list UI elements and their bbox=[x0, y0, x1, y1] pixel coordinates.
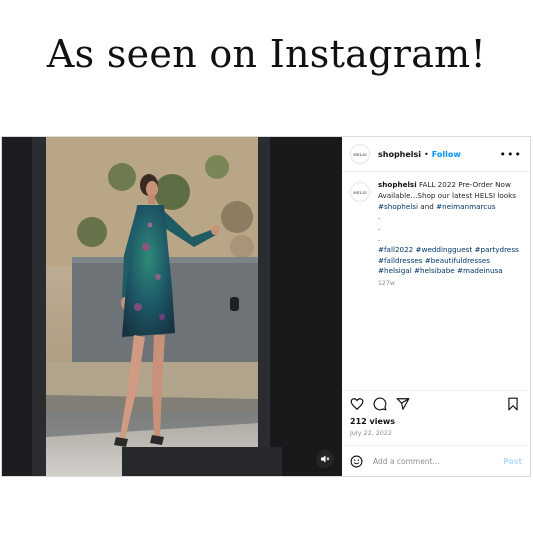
comment-input[interactable] bbox=[371, 455, 504, 467]
hashtag[interactable]: #helsibabe bbox=[414, 266, 455, 275]
hashtag[interactable]: #weddingguest bbox=[416, 245, 473, 254]
caption-mention[interactable]: #neimanmarcus bbox=[436, 202, 495, 211]
hashtag[interactable]: #fall2022 bbox=[378, 245, 413, 254]
emoji-icon[interactable] bbox=[350, 455, 363, 468]
hashtag[interactable]: #beautifuldresses bbox=[425, 256, 490, 265]
caption-and: and bbox=[420, 201, 434, 211]
speaker-muted-icon bbox=[321, 455, 330, 463]
heart-icon[interactable] bbox=[350, 397, 364, 411]
follow-button[interactable]: Follow bbox=[432, 150, 461, 159]
page-headline: As seen on Instagram! bbox=[46, 32, 487, 76]
post-photo-illustration bbox=[2, 137, 342, 476]
post-comment-button[interactable]: Post bbox=[503, 457, 522, 466]
hashtag[interactable]: #madeinusa bbox=[457, 266, 503, 275]
post-date: July 22, 2022 bbox=[350, 429, 392, 437]
action-bar bbox=[342, 390, 530, 417]
bookmark-icon[interactable] bbox=[506, 397, 520, 411]
header-separator: • bbox=[424, 149, 429, 159]
header-username[interactable]: shophelsi bbox=[378, 150, 421, 159]
caption-username[interactable]: shophelsi bbox=[378, 180, 417, 189]
caption-dot: . bbox=[378, 212, 381, 222]
post-photo[interactable] bbox=[2, 137, 342, 476]
hashtag[interactable]: #helsigal bbox=[378, 266, 412, 275]
post-side-panel: HELSI shophelsi • Follow ••• HELSI shoph… bbox=[342, 137, 530, 476]
comment-icon[interactable] bbox=[373, 397, 387, 411]
hashtag[interactable]: #falldresses bbox=[378, 256, 422, 265]
post-age: 127w bbox=[378, 280, 395, 288]
comment-bar: Post bbox=[342, 445, 530, 476]
post-header: HELSI shophelsi • Follow ••• bbox=[342, 137, 530, 172]
views-count[interactable]: 212 views bbox=[342, 417, 530, 426]
more-options-icon[interactable]: ••• bbox=[500, 148, 522, 161]
hashtag[interactable]: #partydress bbox=[475, 245, 519, 254]
mute-button[interactable] bbox=[316, 450, 334, 468]
caption-area: HELSI shophelsi FALL 2022 Pre-Order Now … bbox=[342, 172, 530, 390]
instagram-post-embed: HELSI shophelsi • Follow ••• HELSI shoph… bbox=[1, 136, 531, 477]
caption-dot: . bbox=[378, 223, 381, 233]
caption-mention[interactable]: #shophelsi bbox=[378, 202, 418, 211]
caption-avatar[interactable]: HELSI bbox=[350, 182, 370, 202]
post-caption: shophelsi FALL 2022 Pre-Order Now Availa… bbox=[378, 180, 522, 390]
share-icon[interactable] bbox=[396, 397, 410, 411]
caption-dot: . bbox=[378, 233, 381, 243]
avatar[interactable]: HELSI bbox=[350, 144, 370, 164]
